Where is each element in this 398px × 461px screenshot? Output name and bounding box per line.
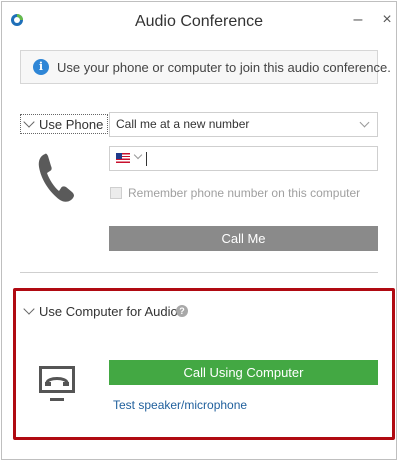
title-bar: Audio Conference – × [2, 2, 396, 40]
use-computer-toggle[interactable]: Use Computer for Audio [23, 303, 178, 319]
section-divider [20, 272, 378, 273]
phone-handset-icon [38, 153, 74, 202]
close-button[interactable]: × [377, 10, 397, 30]
help-icon[interactable]: ? [176, 305, 188, 317]
info-banner: i Use your phone or computer to join thi… [20, 50, 391, 84]
info-icon: i [33, 59, 49, 75]
call-option-value: Call me at a new number [116, 117, 250, 131]
minimize-button[interactable]: – [348, 10, 368, 30]
call-using-computer-button[interactable]: Call Using Computer [109, 360, 378, 385]
info-text: Use your phone or computer to join this … [57, 60, 391, 75]
audio-conference-window: Audio Conference – × i Use your phone or… [1, 1, 397, 460]
call-option-select[interactable]: Call me at a new number [109, 112, 378, 137]
use-computer-label: Use Computer for Audio [39, 304, 178, 319]
remember-number-label: Remember phone number on this computer [128, 186, 361, 200]
us-flag-icon[interactable] [116, 153, 130, 163]
call-me-button[interactable]: Call Me [109, 226, 378, 251]
computer-audio-icon [39, 366, 75, 401]
text-caret [146, 152, 147, 166]
window-title: Audio Conference [134, 13, 264, 30]
chevron-down-icon [23, 116, 35, 128]
phone-number-field[interactable] [109, 146, 378, 171]
chevron-down-icon [23, 303, 35, 315]
use-phone-label: Use Phone [39, 117, 104, 132]
chevron-down-icon [359, 117, 370, 128]
chevron-down-icon[interactable] [133, 150, 143, 160]
use-phone-toggle[interactable]: Use Phone [20, 114, 109, 134]
test-speaker-link[interactable]: Test speaker/microphone [113, 398, 247, 412]
remember-number-checkbox[interactable] [110, 187, 122, 199]
